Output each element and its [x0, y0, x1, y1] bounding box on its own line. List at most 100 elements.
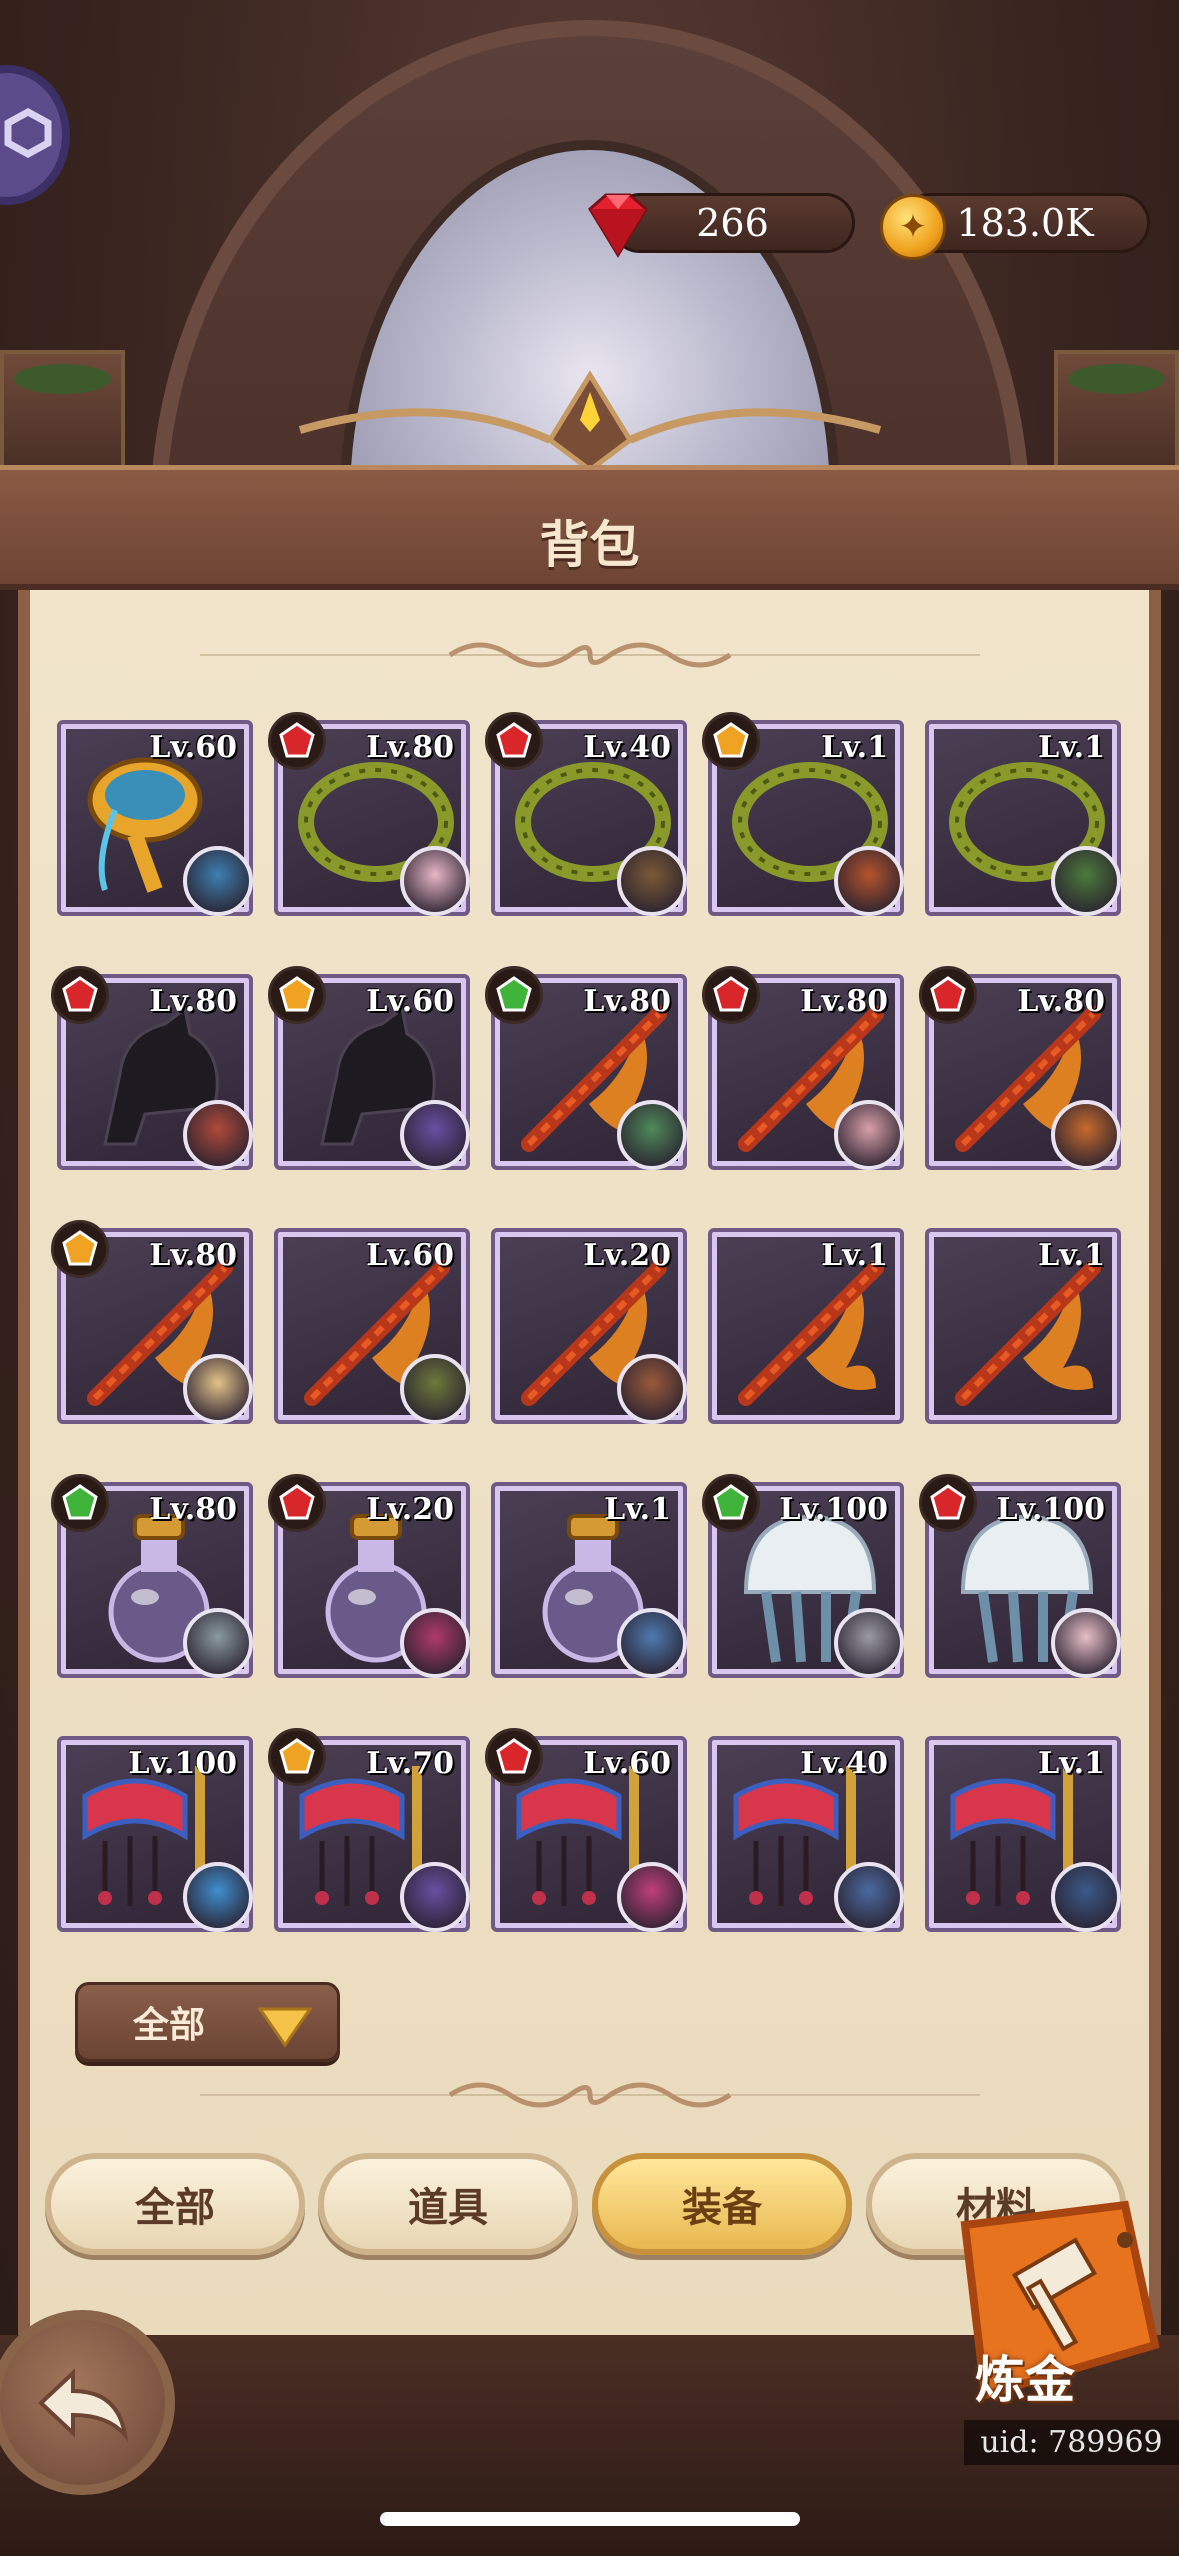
item-level: Lv.60 [366, 1238, 454, 1273]
item-slot[interactable]: Lv.40 [708, 1736, 904, 1932]
alchemy-label[interactable]: 炼金 [975, 2340, 1075, 2412]
rarity-red-icon [485, 712, 543, 770]
item-slot[interactable]: Lv.100 [702, 1474, 904, 1678]
hero-avatar [1051, 1608, 1121, 1678]
hero-avatar [183, 1862, 253, 1932]
tab-all[interactable]: 全部 [45, 2153, 305, 2255]
hero-avatar [183, 1100, 253, 1170]
hero-avatar [617, 846, 687, 916]
item-slot[interactable]: Lv.1 [702, 712, 904, 916]
item-level: Lv.80 [149, 984, 237, 1019]
hero-avatar [617, 1862, 687, 1932]
item-level: Lv.80 [1017, 984, 1105, 1019]
background-pillar-left [0, 350, 125, 470]
hero-avatar [183, 846, 253, 916]
item-level: Lv.1 [1038, 1238, 1105, 1273]
item-level: Lv.1 [821, 1238, 888, 1273]
item-level: Lv.1 [821, 730, 888, 765]
item-slot[interactable]: Lv.1 [925, 1228, 1121, 1424]
tab-equipment[interactable]: 装备 [592, 2153, 852, 2255]
page-title: 背包 [539, 516, 640, 574]
item-slot[interactable]: Lv.80 [51, 1474, 253, 1678]
hero-avatar [834, 1862, 904, 1932]
item-level: Lv.80 [149, 1492, 237, 1527]
item-level: Lv.40 [800, 1746, 888, 1781]
item-slot[interactable]: Lv.20 [491, 1228, 687, 1424]
rarity-green-icon [485, 966, 543, 1024]
rarity-orange-icon [268, 1728, 326, 1786]
hero-avatar [617, 1100, 687, 1170]
item-slot[interactable]: Lv.60 [268, 966, 470, 1170]
rarity-green-icon [51, 1474, 109, 1532]
ruby-icon [588, 193, 648, 258]
rarity-red-icon [702, 966, 760, 1024]
ornament-divider [200, 2082, 980, 2108]
filter-dropdown[interactable]: 全部 [75, 1982, 340, 2062]
item-slot[interactable]: Lv.80 [485, 966, 687, 1170]
back-arrow-icon [37, 2367, 128, 2442]
item-level: Lv.20 [366, 1492, 454, 1527]
item-slot[interactable]: Lv.70 [268, 1728, 470, 1932]
hexagon-icon [4, 108, 52, 158]
ornament-divider [200, 642, 980, 668]
hero-avatar [617, 1608, 687, 1678]
hero-avatar [400, 1354, 470, 1424]
item-level: Lv.100 [996, 1492, 1105, 1527]
tab-props[interactable]: 道具 [318, 2153, 578, 2255]
item-level: Lv.80 [800, 984, 888, 1019]
item-slot[interactable]: Lv.80 [702, 966, 904, 1170]
item-level: Lv.60 [149, 730, 237, 765]
rarity-green-icon [702, 1474, 760, 1532]
hero-avatar [400, 1608, 470, 1678]
item-slot[interactable]: Lv.40 [485, 712, 687, 916]
item-slot[interactable]: Lv.60 [274, 1228, 470, 1424]
item-slot[interactable]: Lv.80 [268, 712, 470, 916]
hero-avatar [183, 1354, 253, 1424]
item-slot[interactable]: Lv.1 [491, 1482, 687, 1678]
gem-amount: 266 [696, 201, 769, 245]
rarity-red-icon [268, 712, 326, 770]
item-slot[interactable]: Lv.60 [485, 1728, 687, 1932]
rarity-red-icon [919, 1474, 977, 1532]
item-slot[interactable]: Lv.80 [51, 1220, 253, 1424]
hero-avatar [400, 1100, 470, 1170]
item-slot[interactable]: Lv.20 [268, 1474, 470, 1678]
rarity-orange-icon [51, 1220, 109, 1278]
item-level: Lv.100 [779, 1492, 888, 1527]
item-slot[interactable]: Lv.1 [925, 1736, 1121, 1932]
item-level: Lv.70 [366, 1746, 454, 1781]
item-slot[interactable]: Lv.80 [919, 966, 1121, 1170]
hero-avatar [834, 1608, 904, 1678]
home-indicator[interactable] [380, 2512, 800, 2526]
gold-amount: 183.0K [956, 201, 1094, 245]
hero-avatar [834, 846, 904, 916]
item-slot[interactable]: Lv.1 [925, 720, 1121, 916]
item-level: Lv.80 [149, 1238, 237, 1273]
item-slot[interactable]: Lv.60 [57, 720, 253, 916]
user-id: uid: 789969 [964, 2420, 1179, 2465]
rarity-red-icon [51, 966, 109, 1024]
rarity-orange-icon [268, 966, 326, 1024]
hero-avatar [400, 1862, 470, 1932]
item-level: Lv.80 [366, 730, 454, 765]
item-level: Lv.40 [583, 730, 671, 765]
hero-avatar [1051, 1100, 1121, 1170]
item-slot[interactable]: Lv.100 [57, 1736, 253, 1932]
hero-avatar [834, 1100, 904, 1170]
hero-avatar [400, 846, 470, 916]
item-level: Lv.60 [366, 984, 454, 1019]
item-level: Lv.1 [1038, 730, 1105, 765]
filter-label: 全部 [133, 2005, 206, 2046]
chevron-down-icon [258, 2007, 312, 2047]
background-pillar-right [1054, 350, 1179, 470]
hero-avatar [617, 1354, 687, 1424]
item-slot[interactable]: Lv.80 [51, 966, 253, 1170]
item-slot[interactable]: Lv.1 [708, 1228, 904, 1424]
item-level: Lv.1 [1038, 1746, 1105, 1781]
item-level: Lv.20 [583, 1238, 671, 1273]
rarity-orange-icon [702, 712, 760, 770]
rarity-red-icon [919, 966, 977, 1024]
hero-avatar [1051, 846, 1121, 916]
item-level: Lv.100 [128, 1746, 237, 1781]
item-slot[interactable]: Lv.100 [919, 1474, 1121, 1678]
